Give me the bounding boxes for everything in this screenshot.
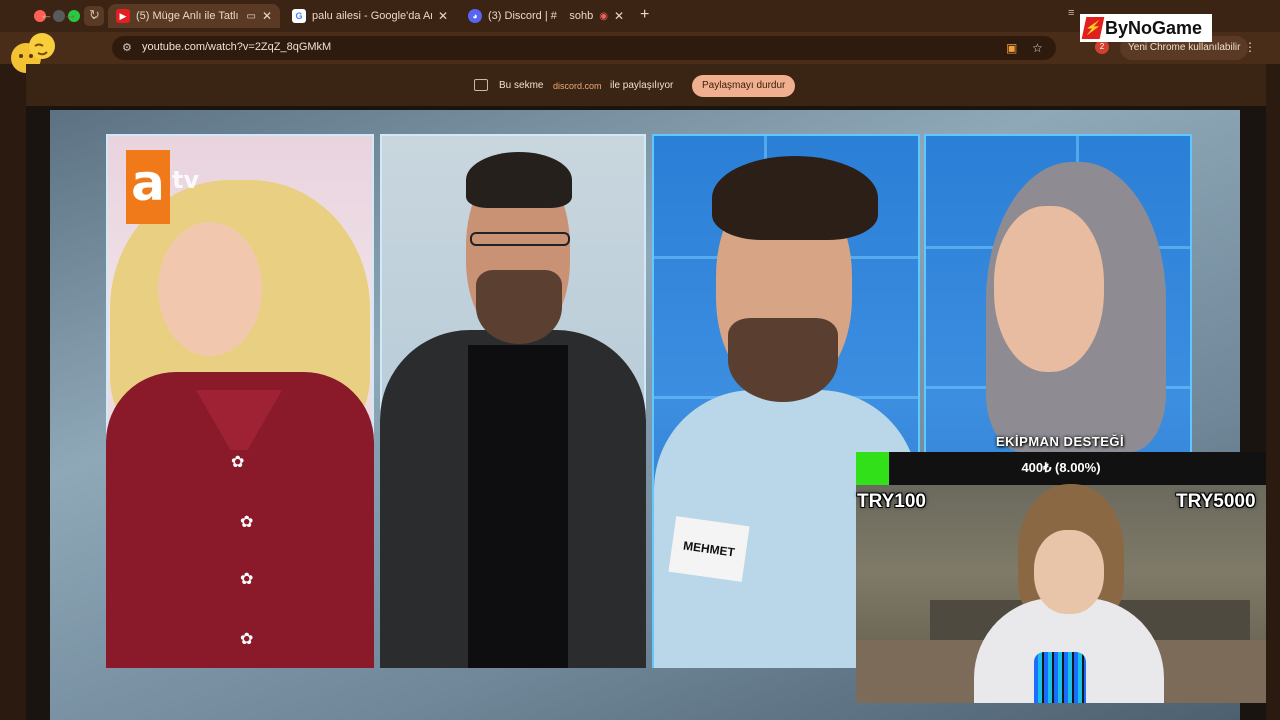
- host-face: [158, 222, 262, 356]
- bynogame-logo: ⚡ ByNoGame: [1080, 14, 1212, 42]
- photo-man-hair: [466, 152, 572, 208]
- photo-man-beard: [476, 270, 562, 344]
- tab-discord[interactable]: ◕ (3) Discord | # sohb ◉ ✕: [460, 4, 632, 28]
- extension-badge[interactable]: 2: [1095, 40, 1109, 54]
- flower-button-icon: ✿: [240, 514, 254, 531]
- site-info-icon[interactable]: ⚙: [122, 41, 136, 55]
- flower-button-icon: ✿: [240, 631, 254, 648]
- reading-list-icon[interactable]: ≡: [1068, 7, 1074, 19]
- youtube-icon: ▶: [116, 9, 130, 23]
- flower-button-icon: ✿: [240, 571, 254, 588]
- recording-icon: ◉: [599, 10, 608, 22]
- stop-sharing-button[interactable]: Paylaşmayı durdur: [692, 75, 796, 97]
- tab-title: (3) Discord | #: [488, 10, 557, 22]
- discord-icon: ◕: [468, 9, 482, 23]
- tab-youtube[interactable]: ▶ (5) Müge Anlı ile Tatlı Sert ▭ ✕: [108, 4, 280, 28]
- address-bar[interactable]: ⚙ youtube.com/watch?v=2ZqZ_8qGMkM ▣ ☆: [112, 36, 1056, 60]
- cast-icon: ▭: [246, 10, 256, 22]
- support-goal-label: EKİPMAN DESTEĞİ: [996, 434, 1125, 449]
- close-icon[interactable]: ✕: [262, 9, 272, 23]
- guest-woman-face: [994, 206, 1104, 372]
- back-icon[interactable]: ←: [40, 7, 53, 22]
- goal-min-amount: TRY100: [857, 491, 926, 512]
- url-text: youtube.com/watch?v=2ZqZ_8qGMkM: [142, 41, 332, 53]
- google-icon: G: [292, 9, 306, 23]
- close-icon[interactable]: ✕: [614, 9, 624, 23]
- glasses-icon: [470, 232, 570, 246]
- atv-logo-suffix: tv: [172, 166, 200, 194]
- cast-icon[interactable]: ▣: [1006, 41, 1017, 55]
- new-tab-icon[interactable]: +: [640, 6, 649, 24]
- guest-man-hair: [712, 156, 878, 240]
- tab-title-suffix: sohb: [569, 10, 594, 22]
- name-tag: MEHMET: [668, 516, 750, 582]
- tab-google[interactable]: G palu ailesi - Google'da Ara ✕: [284, 4, 456, 28]
- goal-max-amount: TRY5000: [1176, 491, 1256, 512]
- streamer-face: [1034, 530, 1104, 614]
- atv-logo: a: [126, 150, 170, 224]
- bynogame-text: ByNoGame: [1105, 17, 1203, 38]
- share-domain: discord.com: [553, 81, 602, 91]
- bynogame-mark-icon: ⚡: [1081, 17, 1105, 39]
- support-goal-bar: 400₺ (8.00%): [856, 452, 1266, 485]
- photo-man-shirt: [468, 345, 568, 668]
- microphone-icon: [1034, 652, 1086, 703]
- share-suffix: ile paylaşılıyor: [610, 80, 674, 91]
- tab-title: palu ailesi - Google'da Ara: [312, 10, 432, 22]
- reload-icon[interactable]: ↻: [89, 7, 100, 23]
- share-prefix: Bu sekme: [499, 80, 544, 91]
- browser-window: ⌄ ▶ (5) Müge Anlı ile Tatlı Sert ▭ ✕ G p…: [0, 0, 1280, 720]
- close-icon[interactable]: ✕: [438, 9, 448, 23]
- guest-man-beard: [728, 318, 838, 402]
- flower-button-icon: ✿: [231, 454, 245, 471]
- support-goal-text: 400₺ (8.00%): [1021, 460, 1101, 475]
- forward-icon[interactable]: →: [64, 7, 77, 22]
- share-tab-icon: [474, 79, 488, 91]
- menu-icon[interactable]: ⋮: [1244, 40, 1256, 54]
- tab-title: (5) Müge Anlı ile Tatlı Sert: [136, 10, 242, 22]
- star-icon[interactable]: ☆: [1032, 41, 1043, 55]
